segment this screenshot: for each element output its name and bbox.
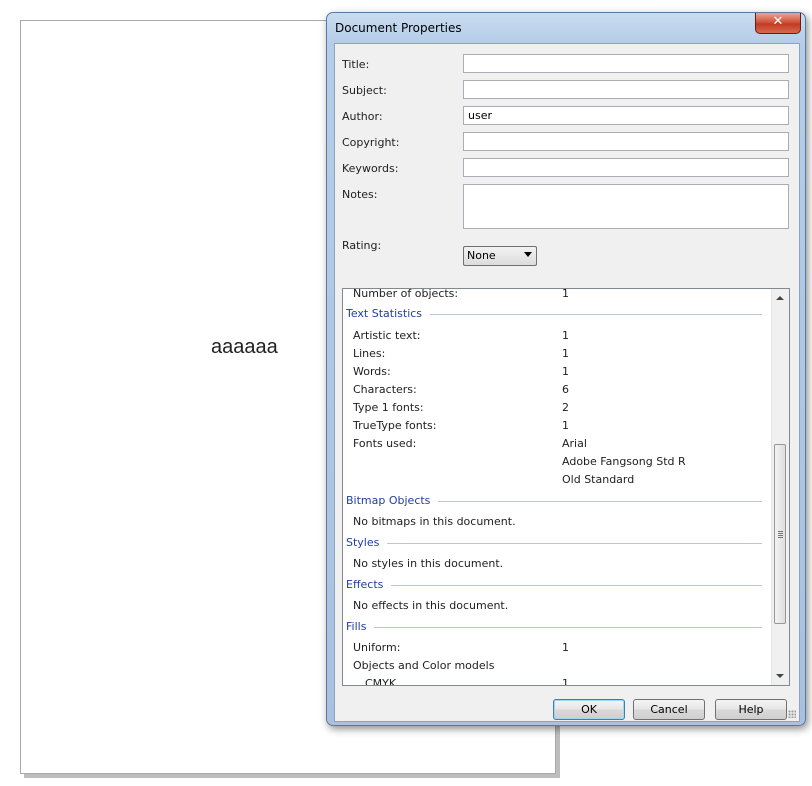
artistic-text-label: Artistic text: — [353, 329, 421, 342]
styles-header: Styles — [346, 536, 762, 550]
font-used-value: Old Standard — [562, 473, 635, 486]
author-field[interactable] — [463, 106, 789, 125]
cmyk-value: 1 — [562, 677, 569, 685]
keywords-field[interactable] — [463, 158, 789, 177]
color-models-label: Objects and Color models — [353, 659, 495, 672]
section-title: Fills — [346, 620, 375, 633]
section-title: Styles — [346, 536, 388, 549]
page-artistic-text[interactable]: aaaaaa — [211, 336, 278, 359]
cancel-button[interactable]: Cancel — [633, 699, 705, 720]
uniform-value: 1 — [562, 641, 569, 654]
help-button[interactable]: Help — [715, 699, 787, 720]
bitmap-objects-header: Bitmap Objects — [346, 494, 762, 508]
bitmap-objects-text: No bitmaps in this document. — [353, 515, 516, 528]
vertical-scrollbar[interactable] — [771, 289, 789, 685]
lines-label: Lines: — [353, 347, 386, 360]
copyright-field[interactable] — [463, 132, 789, 151]
close-icon: ✕ — [772, 14, 784, 29]
statistics-panel[interactable]: Number of objects: 1 Text Statistics Art… — [342, 288, 790, 686]
title-label: Title: — [342, 58, 370, 71]
divider — [346, 585, 762, 586]
type1-fonts-label: Type 1 fonts: — [353, 401, 424, 414]
characters-value: 6 — [562, 383, 569, 396]
font-used-value: Adobe Fangsong Std R — [562, 455, 686, 468]
uniform-label: Uniform: — [353, 641, 401, 654]
font-used-value: Arial — [562, 437, 587, 450]
fonts-used-label: Fonts used: — [353, 437, 417, 450]
text-statistics-header: Text Statistics — [346, 307, 762, 321]
subject-field[interactable] — [463, 80, 789, 99]
effects-header: Effects — [346, 578, 762, 592]
grip-line — [778, 533, 783, 534]
section-title: Text Statistics — [346, 307, 431, 320]
effects-text: No effects in this document. — [353, 599, 509, 612]
statistics-list: Number of objects: 1 Text Statistics Art… — [343, 289, 773, 685]
author-label: Author: — [342, 110, 383, 123]
words-value: 1 — [562, 365, 569, 378]
divider — [346, 543, 762, 544]
artistic-text-value: 1 — [562, 329, 569, 342]
cmyk-label: CMYK — [365, 677, 397, 685]
section-title: Bitmap Objects — [346, 494, 439, 507]
dialog-client-area: Title: Subject: Author: Copyright: Keywo… — [334, 43, 800, 722]
scroll-thumb[interactable] — [774, 444, 786, 624]
lines-value: 1 — [562, 347, 569, 360]
grip-line — [778, 537, 783, 538]
title-field[interactable] — [463, 54, 789, 73]
number-of-objects-value: 1 — [562, 289, 569, 300]
words-label: Words: — [353, 365, 391, 378]
styles-text: No styles in this document. — [353, 557, 504, 570]
type1-fonts-value: 2 — [562, 401, 569, 414]
notes-field[interactable] — [463, 184, 789, 229]
subject-label: Subject: — [342, 84, 387, 97]
scroll-down-icon[interactable] — [776, 674, 784, 678]
chevron-down-icon — [524, 252, 532, 257]
keywords-label: Keywords: — [342, 162, 399, 175]
truetype-fonts-label: TrueType fonts: — [353, 419, 437, 432]
copyright-label: Copyright: — [342, 136, 400, 149]
truetype-fonts-value: 1 — [562, 419, 569, 432]
scroll-up-icon[interactable] — [776, 296, 784, 300]
fills-header: Fills — [346, 620, 762, 634]
grip-line — [778, 535, 783, 536]
section-title: Effects — [346, 578, 392, 591]
document-properties-dialog: Document Properties ✕ Title: Subject: Au… — [326, 12, 806, 726]
divider — [346, 627, 762, 628]
close-button[interactable]: ✕ — [755, 13, 801, 34]
rating-selected-value: None — [467, 249, 496, 262]
rating-label: Rating: — [342, 239, 382, 252]
number-of-objects-label: Number of objects: — [353, 289, 459, 300]
ok-button[interactable]: OK — [553, 699, 625, 720]
notes-label: Notes: — [342, 188, 378, 201]
resize-grip-icon[interactable] — [788, 710, 796, 718]
dialog-title: Document Properties — [335, 21, 462, 35]
characters-label: Characters: — [353, 383, 417, 396]
grip-line — [778, 531, 783, 532]
rating-dropdown[interactable]: None — [463, 246, 537, 266]
